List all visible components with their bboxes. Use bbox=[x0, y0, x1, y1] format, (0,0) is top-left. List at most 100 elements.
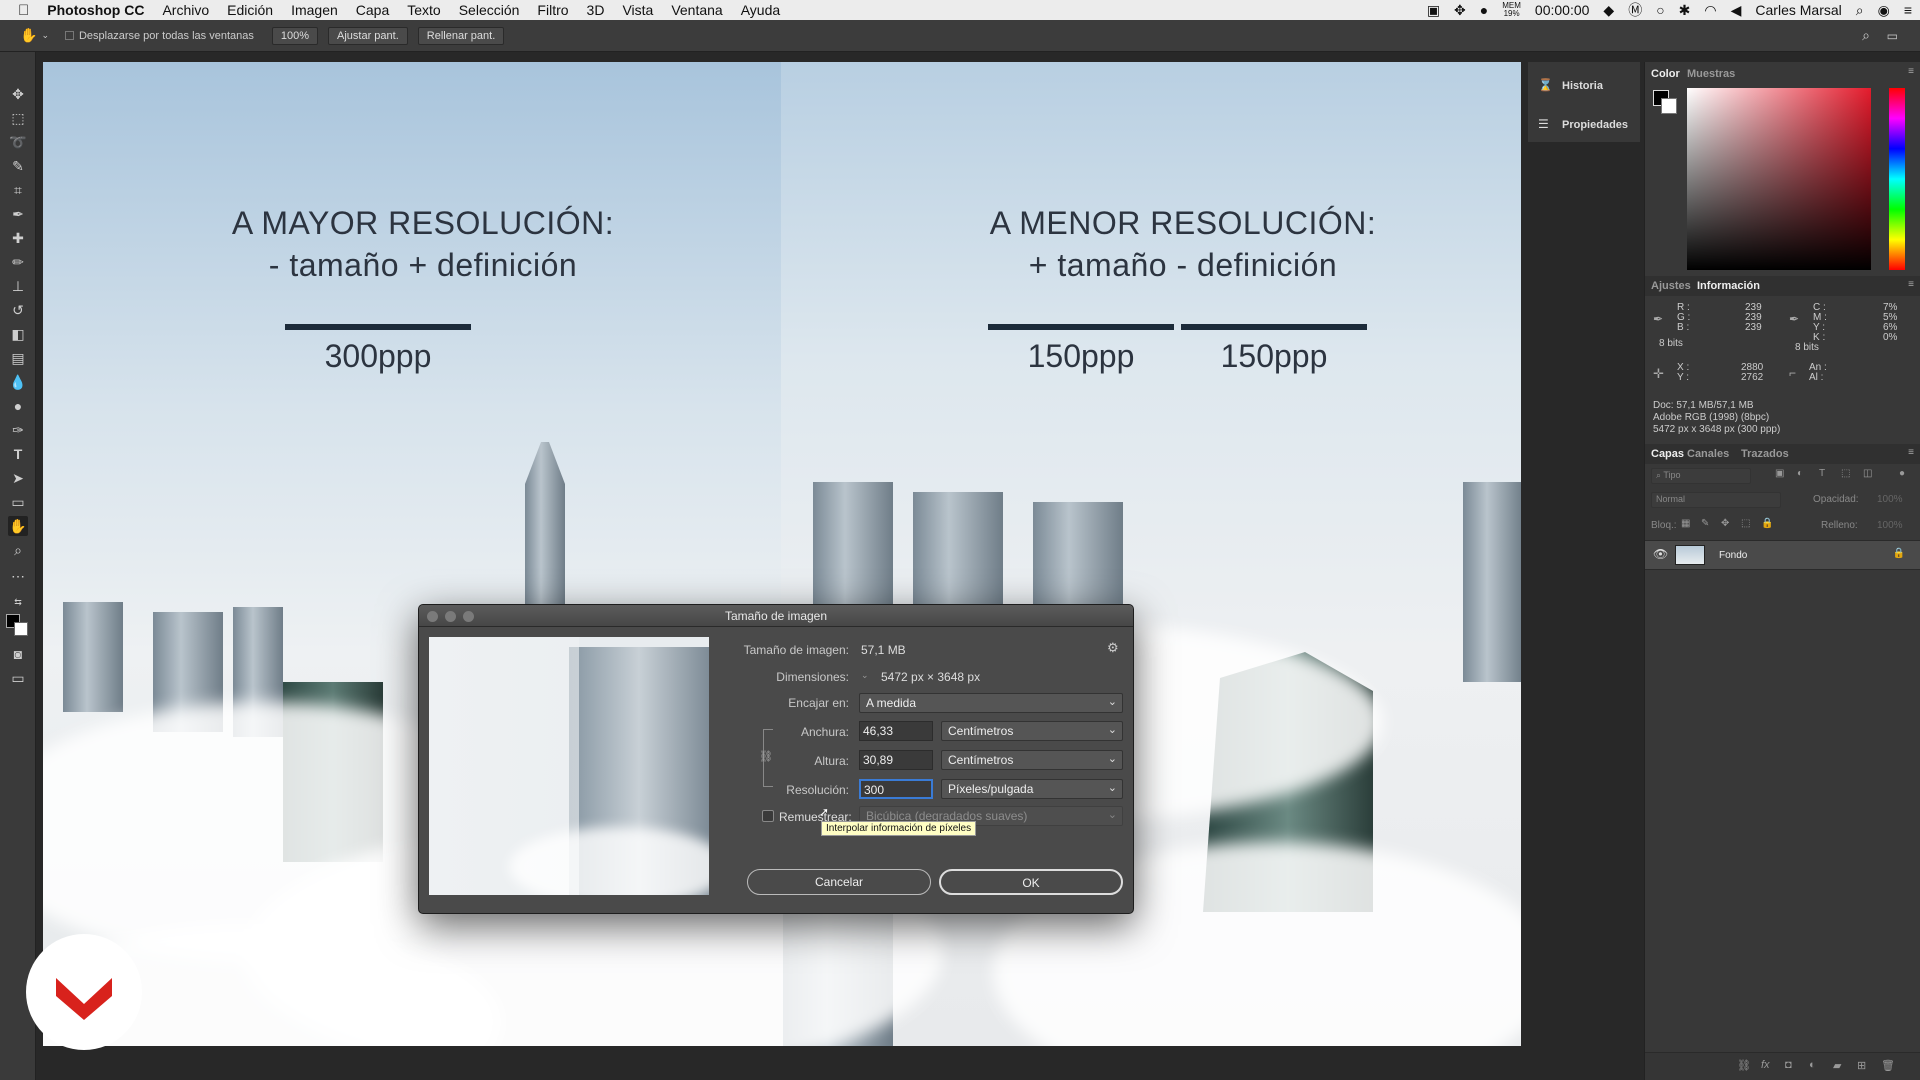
cancel-button[interactable]: Cancelar bbox=[747, 869, 931, 895]
tab-ajustes[interactable]: Ajustes bbox=[1651, 280, 1691, 292]
tab-informacion[interactable]: Información bbox=[1697, 280, 1760, 292]
hue-slider[interactable] bbox=[1889, 88, 1905, 270]
properties-panel-button[interactable]: Propiedades bbox=[1562, 119, 1628, 131]
tool-preset-chevron-icon[interactable]: ⌄ bbox=[41, 30, 49, 41]
user-name[interactable]: Carles Marsal bbox=[1755, 2, 1841, 18]
swap-colors-icon[interactable]: ⇆ bbox=[8, 592, 28, 612]
menu-3d[interactable]: 3D bbox=[587, 2, 605, 18]
lasso-tool-icon[interactable]: ➰ bbox=[8, 132, 28, 152]
resolution-input[interactable]: 300 bbox=[859, 779, 933, 799]
menu-imagen[interactable]: Imagen bbox=[291, 2, 338, 18]
spotlight-icon[interactable]: ⌕ bbox=[1856, 2, 1864, 19]
bg-color-chip[interactable] bbox=[1661, 98, 1677, 114]
dodge-tool-icon[interactable]: ● bbox=[8, 396, 28, 416]
quick-mask-icon[interactable]: ◙ bbox=[8, 644, 28, 664]
blur-tool-icon[interactable]: 💧 bbox=[8, 372, 28, 392]
panel-menu-icon[interactable]: ≡ bbox=[1908, 447, 1914, 458]
volume-icon[interactable]: ◀ bbox=[1731, 2, 1742, 19]
quick-select-tool-icon[interactable]: ✎ bbox=[8, 156, 28, 176]
resample-checkbox[interactable] bbox=[762, 810, 774, 822]
filter-smart-icon[interactable]: ◫ bbox=[1863, 468, 1872, 479]
layer-row-fondo[interactable]: 👁 Fondo 🔒 bbox=[1645, 540, 1920, 570]
new-group-icon[interactable]: ▰ bbox=[1833, 1059, 1841, 1072]
history-icon[interactable]: ⌛ bbox=[1538, 78, 1553, 92]
menu-ayuda[interactable]: Ayuda bbox=[741, 2, 780, 18]
tab-color[interactable]: Color bbox=[1651, 68, 1680, 80]
lock-pixels-icon[interactable]: ✎ bbox=[1701, 518, 1709, 529]
tab-muestras[interactable]: Muestras bbox=[1687, 68, 1735, 80]
opacity-value[interactable]: 100% bbox=[1877, 494, 1903, 505]
panel-menu-icon[interactable]: ≡ bbox=[1908, 279, 1914, 290]
type-tool-icon[interactable]: T bbox=[8, 444, 28, 464]
notification-center-icon[interactable]: ≡ bbox=[1904, 2, 1912, 18]
filter-pixel-icon[interactable]: ▣ bbox=[1775, 468, 1784, 479]
blend-mode-select[interactable]: Normal bbox=[1651, 492, 1781, 508]
lock-position-icon[interactable]: ✥ bbox=[1721, 518, 1729, 529]
menu-edicion[interactable]: Edición bbox=[227, 2, 273, 18]
fit-to-select[interactable]: A medida ⌄ bbox=[859, 693, 1123, 713]
layer-style-icon[interactable]: fx bbox=[1761, 1059, 1770, 1071]
scroll-all-checkbox[interactable] bbox=[64, 31, 74, 40]
path-select-tool-icon[interactable]: ➤ bbox=[8, 468, 28, 488]
tab-canales[interactable]: Canales bbox=[1687, 448, 1729, 460]
creative-cloud-icon[interactable]: ● bbox=[1480, 2, 1488, 18]
menu-texto[interactable]: Texto bbox=[407, 2, 440, 18]
close-window-icon[interactable] bbox=[427, 611, 438, 622]
menu-capa[interactable]: Capa bbox=[356, 2, 389, 18]
siri-icon[interactable]: ◉ bbox=[1878, 2, 1890, 19]
workspace-icon[interactable]: ▭ bbox=[1887, 29, 1898, 43]
lock-artboard-icon[interactable]: ⬚ bbox=[1741, 518, 1750, 529]
m-app-icon[interactable]: Ⓜ bbox=[1628, 0, 1642, 20]
zoom-window-icon[interactable] bbox=[463, 611, 474, 622]
screen-mode-icon[interactable]: ▭ bbox=[8, 668, 28, 688]
evernote-icon[interactable]: ◆ bbox=[1603, 2, 1614, 19]
gradient-tool-icon[interactable]: ▤ bbox=[8, 348, 28, 368]
width-input[interactable]: 46,33 bbox=[859, 721, 933, 741]
brush-tool-icon[interactable]: ✏ bbox=[8, 252, 28, 272]
width-unit-select[interactable]: Centímetros ⌄ bbox=[941, 721, 1123, 741]
add-mask-icon[interactable]: ◘ bbox=[1785, 1059, 1792, 1071]
hand-tool-icon[interactable]: ✋ bbox=[20, 27, 37, 44]
pen-tool-icon[interactable]: ✑ bbox=[8, 420, 28, 440]
tab-trazados[interactable]: Trazados bbox=[1741, 448, 1789, 460]
menu-archivo[interactable]: Archivo bbox=[162, 2, 209, 18]
bluetooth-icon[interactable]: ✱ bbox=[1679, 2, 1691, 19]
panel-menu-icon[interactable]: ≡ bbox=[1908, 66, 1914, 77]
menu-ventana[interactable]: Ventana bbox=[671, 2, 722, 18]
fill-value[interactable]: 100% bbox=[1877, 520, 1903, 531]
visibility-eye-icon[interactable]: 👁 bbox=[1653, 547, 1668, 561]
crop-tool-icon[interactable]: ⌗ bbox=[8, 180, 28, 200]
zoom-tool-icon[interactable]: ⌕ bbox=[8, 540, 28, 560]
minimize-window-icon[interactable] bbox=[445, 611, 456, 622]
height-unit-select[interactable]: Centímetros ⌄ bbox=[941, 750, 1123, 770]
tab-capas[interactable]: Capas bbox=[1651, 448, 1684, 460]
zoom-100-button[interactable]: 100% bbox=[271, 26, 319, 45]
screen-icon[interactable]: ▣ bbox=[1427, 2, 1440, 19]
dimensions-chevron-icon[interactable]: ⌄ bbox=[861, 670, 869, 681]
link-layers-icon[interactable]: ⛓ bbox=[1737, 1059, 1751, 1072]
hand-tool-icon[interactable]: ✋ bbox=[8, 516, 28, 536]
marquee-tool-icon[interactable]: ⬚ bbox=[8, 108, 28, 128]
new-layer-icon[interactable]: ⊞ bbox=[1857, 1059, 1866, 1072]
menu-app-name[interactable]: Photoshop CC bbox=[47, 2, 144, 18]
healing-tool-icon[interactable]: ✚ bbox=[8, 228, 28, 248]
background-color-swatch[interactable] bbox=[14, 622, 28, 636]
delete-layer-icon[interactable]: 🗑 bbox=[1881, 1059, 1895, 1072]
search-icon[interactable]: ⌕ bbox=[1862, 27, 1870, 44]
lock-all-icon[interactable]: 🔒 bbox=[1761, 518, 1773, 529]
wifi-icon[interactable]: ◠ bbox=[1704, 2, 1716, 19]
recording-clock[interactable]: 00:00:00 bbox=[1535, 2, 1590, 18]
filter-toggle-icon[interactable]: ● bbox=[1899, 468, 1905, 479]
memory-indicator[interactable]: MEM 19% bbox=[1502, 2, 1521, 18]
move-tool-icon[interactable]: ✥ bbox=[8, 84, 28, 104]
shape-tool-icon[interactable]: ▭ bbox=[8, 492, 28, 512]
dropbox-icon[interactable]: ✥ bbox=[1454, 2, 1466, 19]
layer-filter-select[interactable]: ⌕ Tipo bbox=[1651, 468, 1751, 484]
resolution-unit-select[interactable]: Píxeles/pulgada ⌄ bbox=[941, 779, 1123, 799]
circle-icon[interactable]: ○ bbox=[1656, 2, 1664, 18]
eraser-tool-icon[interactable]: ◧ bbox=[8, 324, 28, 344]
menu-seleccion[interactable]: Selección bbox=[459, 2, 520, 18]
fit-screen-button[interactable]: Ajustar pant. bbox=[328, 26, 408, 45]
properties-icon[interactable]: ☰ bbox=[1538, 117, 1549, 131]
stamp-tool-icon[interactable]: ⊥ bbox=[8, 276, 28, 296]
